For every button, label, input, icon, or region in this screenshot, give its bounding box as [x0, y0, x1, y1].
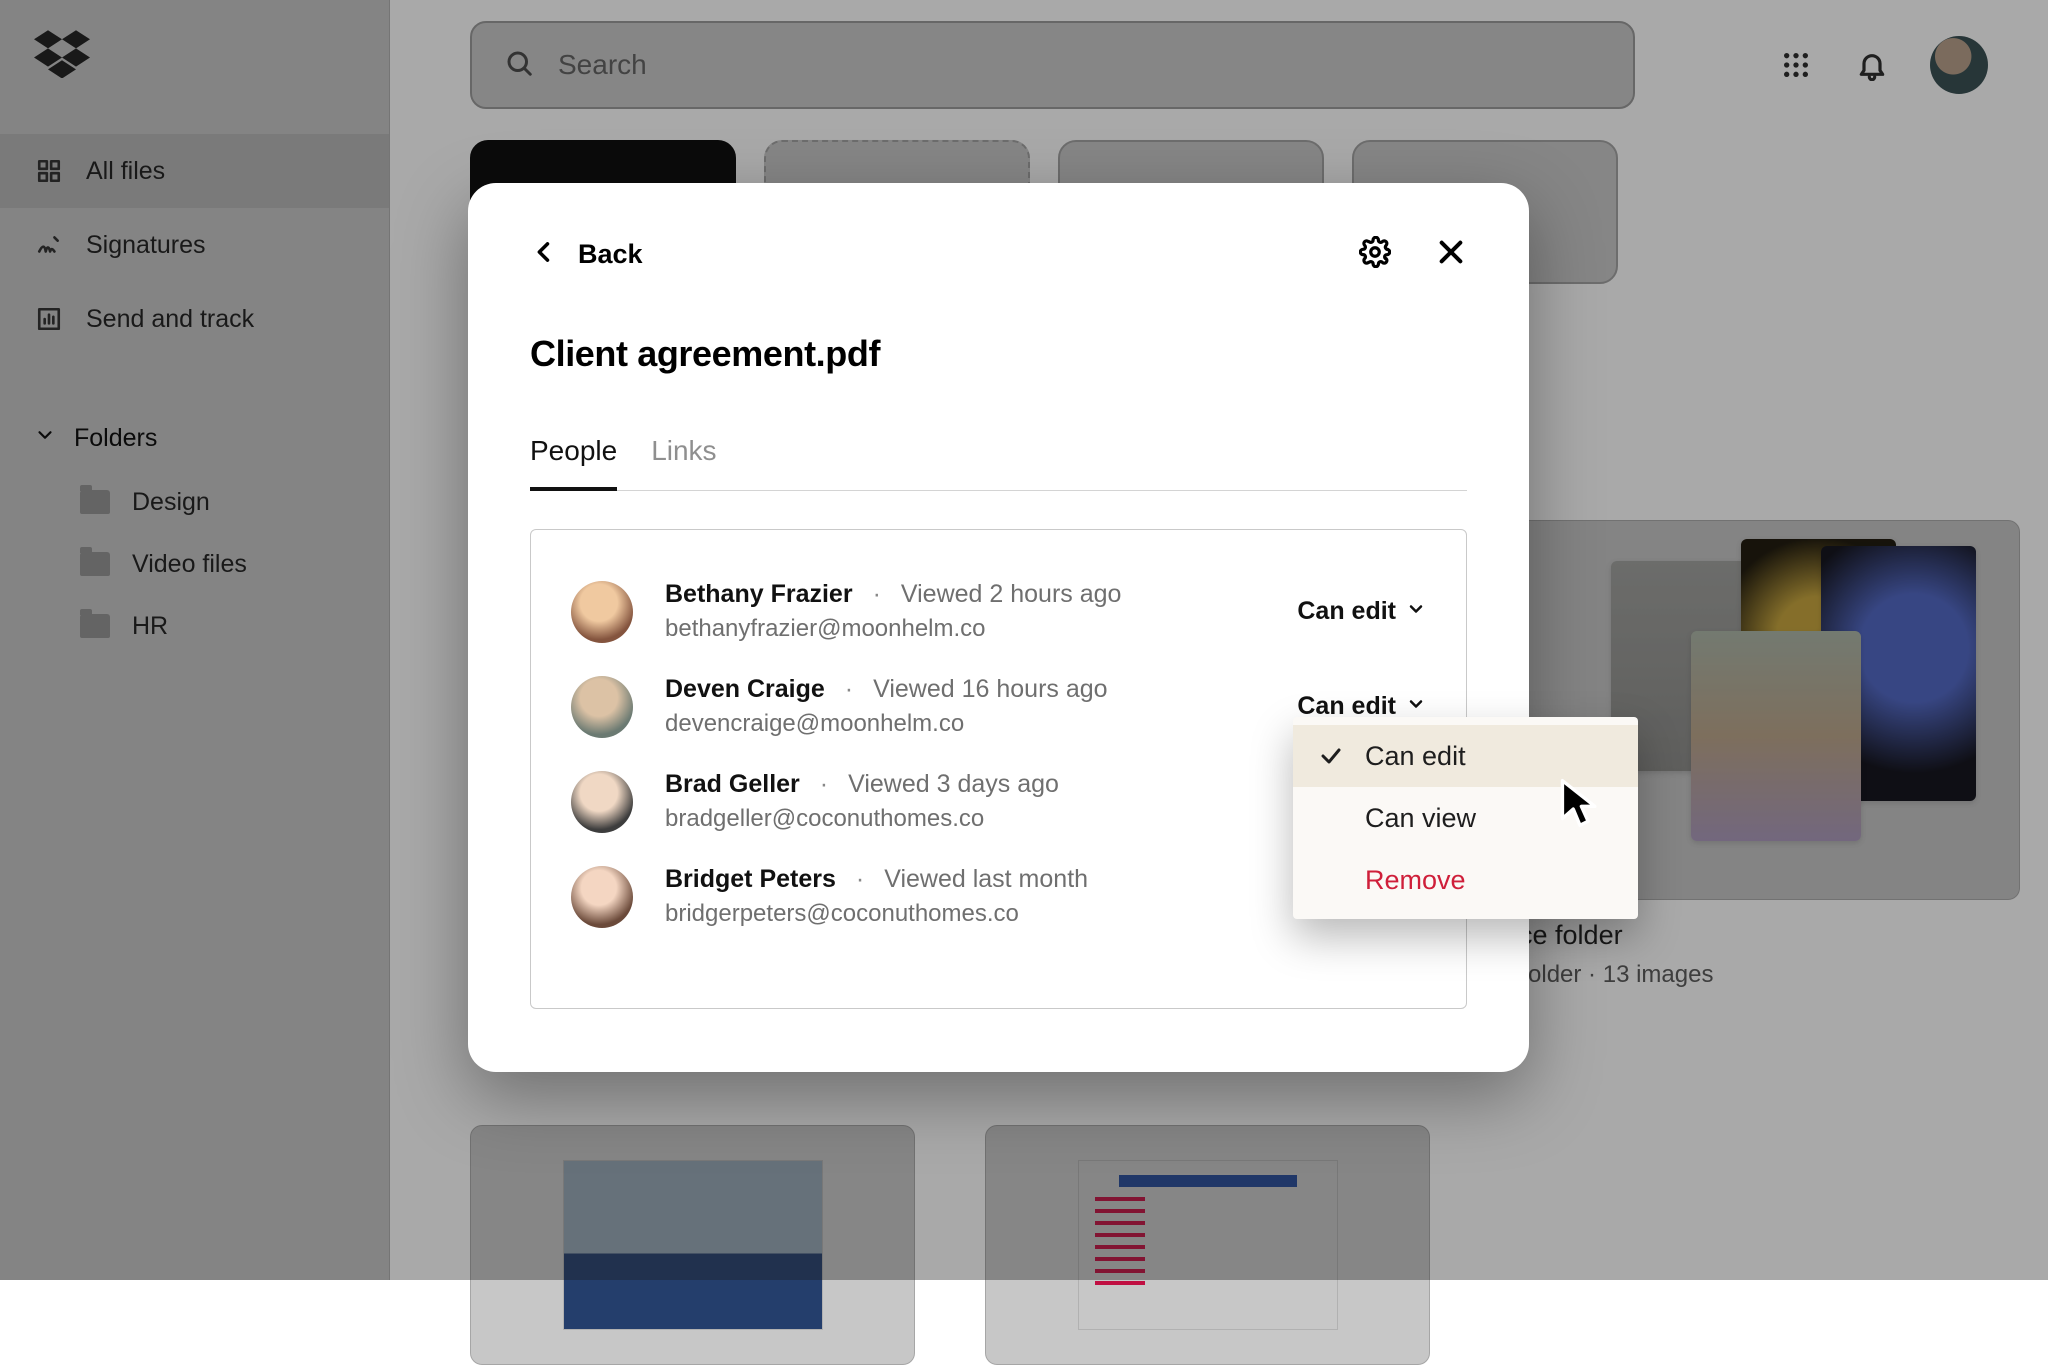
tab-links[interactable]: Links — [651, 435, 716, 490]
person-email: devencraige@moonhelm.co — [665, 710, 1265, 738]
menu-item-label: Can view — [1365, 803, 1476, 834]
person-name: Deven Craige — [665, 675, 825, 704]
modal-tabs: People Links — [530, 435, 1467, 491]
share-modal: Back Client agreement.pdf People Links B… — [468, 183, 1529, 1072]
avatar — [571, 581, 633, 643]
check-icon — [1317, 744, 1345, 768]
separator-dot: · — [856, 865, 864, 894]
menu-item-label: Can edit — [1365, 741, 1466, 772]
back-label: Back — [578, 239, 643, 270]
chevron-down-icon — [1406, 597, 1426, 626]
person-email: bethanyfrazier@moonhelm.co — [665, 615, 1265, 643]
person-name: Bridget Peters — [665, 865, 836, 894]
avatar — [571, 771, 633, 833]
person-status: Viewed 3 days ago — [848, 770, 1059, 799]
person-row: Bethany Frazier · Viewed 2 hours ago bet… — [571, 564, 1426, 659]
menu-item-remove[interactable]: Remove — [1293, 849, 1638, 911]
separator-dot: · — [873, 580, 881, 609]
separator-dot: · — [820, 770, 828, 799]
permission-label: Can edit — [1297, 597, 1396, 626]
close-button[interactable] — [1435, 236, 1467, 273]
modal-title: Client agreement.pdf — [530, 333, 1467, 375]
person-name: Bethany Frazier — [665, 580, 853, 609]
tab-people[interactable]: People — [530, 435, 617, 491]
person-status: Viewed 16 hours ago — [873, 675, 1107, 704]
cursor-icon — [1558, 778, 1602, 832]
person-name: Brad Geller — [665, 770, 800, 799]
avatar — [571, 676, 633, 738]
person-status: Viewed 2 hours ago — [901, 580, 1122, 609]
person-status: Viewed last month — [884, 865, 1088, 894]
back-button[interactable]: Back — [530, 238, 643, 271]
avatar — [571, 866, 633, 928]
modal-header: Back — [530, 229, 1467, 279]
settings-button[interactable] — [1359, 236, 1391, 273]
permission-dropdown[interactable]: Can edit — [1297, 597, 1426, 626]
separator-dot: · — [845, 675, 853, 704]
chevron-left-icon — [530, 238, 558, 271]
menu-item-label: Remove — [1365, 865, 1466, 896]
